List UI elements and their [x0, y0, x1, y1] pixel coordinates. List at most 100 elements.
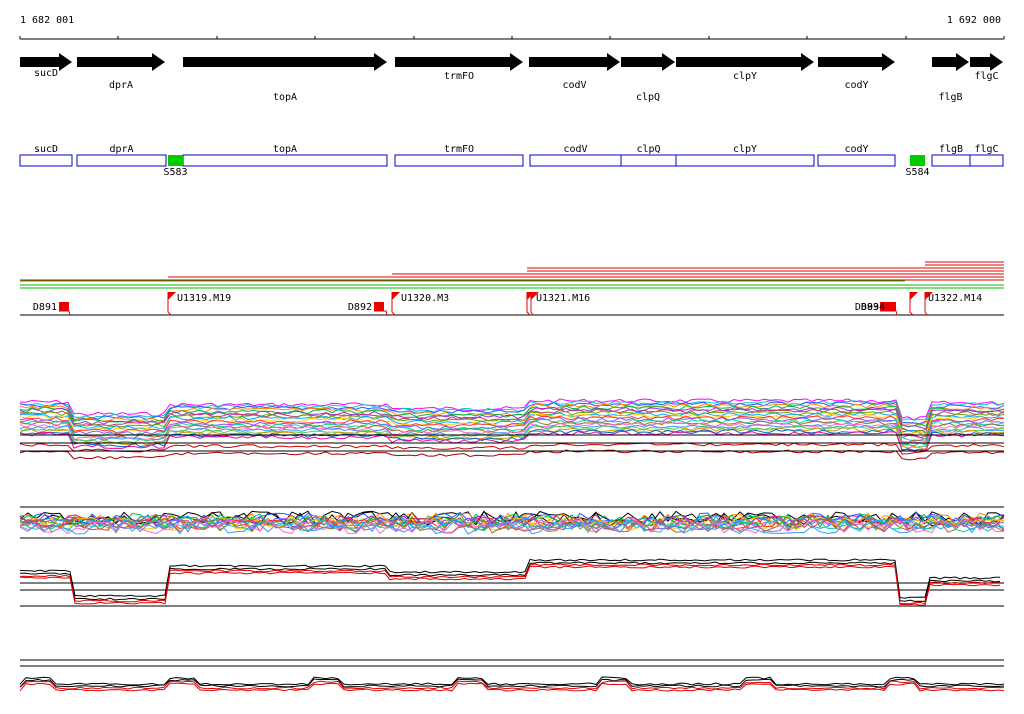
gene-arrow-track: sucD dprA topA trmFO codV clpQ clpY codY flgB flg…	[20, 53, 1003, 103]
gene-box-label: flgC	[974, 144, 998, 155]
expression-profiles-pair	[19, 558, 1001, 606]
feature-D891[interactable]: D891	[33, 302, 71, 316]
expression-line-red	[19, 442, 1005, 455]
feature-marker	[168, 292, 176, 300]
gene-box-track: sucD dprA topA trmFO codV clpQ clpY codY flgB flg…	[19, 144, 1004, 178]
gene-arrow-shape	[395, 53, 523, 71]
gene-box-label: trmFO	[444, 144, 474, 155]
gene-box-shape	[675, 154, 815, 167]
gene-box-shape	[620, 154, 677, 167]
gene-arrow-label: codV	[562, 80, 586, 91]
gene-arrow-dprA[interactable]: dprA	[77, 53, 165, 91]
feature-track: D891 U1319.M19 D892 U1320.M3 U1321.M16 D…	[20, 292, 1004, 316]
gene-box-clpQ[interactable]: clpQ	[620, 144, 677, 167]
gene-arrow-clpY[interactable]: clpY	[676, 53, 814, 82]
gene-box-flgB[interactable]: flgB	[931, 144, 971, 167]
gene-arrow-label: dprA	[109, 80, 133, 91]
gene-box-shape	[76, 154, 167, 167]
feature-stem	[59, 310, 71, 316]
gene-arrow-topA[interactable]: topA	[183, 53, 387, 103]
gene-box-flgC[interactable]: flgC	[969, 144, 1004, 167]
gene-box-shape	[529, 154, 622, 167]
feature-label: U1322.M14	[928, 293, 982, 304]
gene-box-clpY[interactable]: clpY	[675, 144, 815, 167]
gene-box-codY[interactable]: codY	[817, 144, 896, 167]
site-S583[interactable]: S583	[163, 155, 188, 178]
gene-arrow-trmFO[interactable]: trmFO	[395, 53, 523, 82]
gene-arrow-shape	[77, 53, 165, 71]
feature-stem	[374, 310, 388, 316]
gene-arrow-shape	[970, 53, 1003, 71]
feature-label: U1321.M16	[536, 293, 590, 304]
gene-box-shape	[19, 154, 73, 167]
feature-marker	[886, 302, 896, 311]
gene-arrow-flgC[interactable]: flgC	[970, 53, 1003, 82]
gene-box-label: clpY	[733, 144, 757, 155]
gene-arrow-shape	[183, 53, 387, 71]
gene-arrow-flgB[interactable]: flgB	[932, 53, 969, 103]
feature-U1322-M14[interactable]: U1322.M14	[909, 292, 982, 316]
ruler-end-label: 1 692 000	[947, 15, 1001, 26]
gene-arrow-label: flgB	[938, 92, 962, 103]
gene-arrow-clpQ[interactable]: clpQ	[621, 53, 675, 103]
gene-box-label: topA	[273, 144, 297, 155]
gene-arrow-shape	[621, 53, 675, 71]
feature-U1320-M3[interactable]: U1320.M3	[391, 292, 449, 316]
feature-label: U1319.M19	[177, 293, 231, 304]
gene-box-sucD[interactable]: sucD	[19, 144, 73, 167]
feature-label: D894	[861, 302, 885, 313]
gene-arrow-shape	[676, 53, 814, 71]
site-marker	[168, 155, 183, 166]
expression-track-1	[19, 398, 1005, 461]
expression-track-2	[19, 506, 1005, 539]
gene-box-codV[interactable]: codV	[529, 144, 622, 167]
feature-U1321-M16[interactable]: U1321.M16	[526, 292, 590, 316]
gene-box-shape	[817, 154, 896, 167]
site-label: S584	[905, 167, 929, 178]
gene-arrow-shape	[529, 53, 620, 71]
gene-box-topA[interactable]: topA	[182, 144, 388, 167]
gene-arrow-shape	[932, 53, 969, 71]
feature-label: D891	[33, 302, 57, 313]
gene-box-label: flgB	[939, 144, 963, 155]
gene-arrow-codY[interactable]: codY	[818, 53, 895, 91]
gene-arrow-codV[interactable]: codV	[529, 53, 620, 91]
feature-marker	[59, 302, 69, 311]
gene-arrow-label: clpQ	[636, 92, 660, 103]
site-label: S583	[163, 167, 187, 178]
gene-box-shape	[394, 154, 524, 167]
gene-arrow-label: trmFO	[444, 71, 474, 82]
gene-arrow-sucD[interactable]: sucD	[20, 53, 72, 79]
coordinate-ruler: 1 682 001 1 692 000	[19, 15, 1005, 40]
gene-box-shape	[969, 154, 1004, 167]
gene-box-label: dprA	[109, 144, 133, 155]
expression-track-3	[19, 558, 1004, 607]
site-marker	[910, 155, 925, 166]
gene-box-shape	[931, 154, 971, 167]
gene-arrow-label: clpY	[733, 71, 757, 82]
gene-arrow-label: topA	[273, 92, 297, 103]
gene-arrow-label: flgC	[974, 71, 998, 82]
feature-marker	[374, 302, 384, 311]
gene-box-dprA[interactable]: dprA	[76, 144, 167, 167]
expression-profiles-multi	[19, 510, 1005, 535]
site-S584[interactable]: S584	[905, 155, 930, 178]
gene-box-trmFO[interactable]: trmFO	[394, 144, 524, 167]
feature-U1319-M19[interactable]: U1319.M19	[167, 292, 231, 316]
gene-arrow-shape	[818, 53, 895, 71]
gene-box-label: clpQ	[636, 144, 660, 155]
feature-marker	[910, 292, 918, 300]
gene-box-label: sucD	[34, 144, 58, 155]
feature-label: D892	[348, 302, 372, 313]
gene-box-label: codV	[563, 144, 587, 155]
gene-box-label: codY	[844, 144, 868, 155]
gene-arrow-label: sucD	[34, 68, 58, 79]
ruler-start-label: 1 682 001	[20, 15, 74, 26]
expression-profiles-pair	[19, 676, 1005, 692]
gene-box-shape	[182, 154, 388, 167]
feature-D894[interactable]: D894	[861, 302, 898, 316]
feature-D892[interactable]: D892	[348, 302, 388, 316]
feature-label: U1320.M3	[401, 293, 449, 304]
gene-arrow-label: codY	[844, 80, 868, 91]
genome-browser-view: 1 682 001 1 692 000 sucD dprA topA trmFO cod…	[19, 15, 1005, 692]
